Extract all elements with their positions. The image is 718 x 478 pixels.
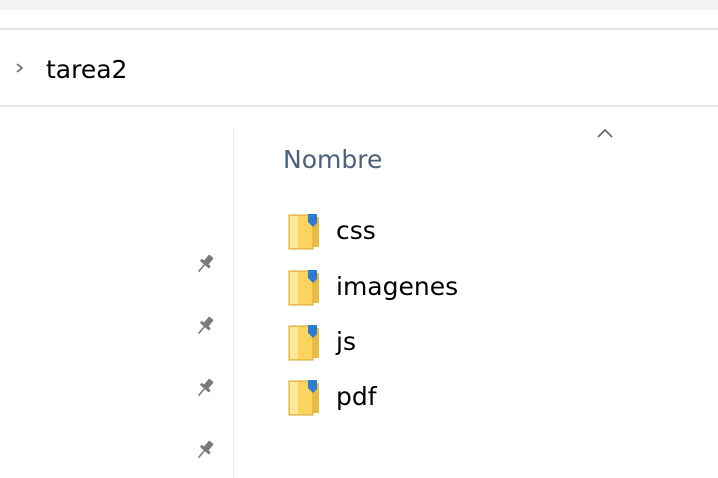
folder-icon bbox=[288, 325, 319, 361]
pin-icon[interactable] bbox=[192, 313, 218, 339]
breadcrumb-item-tarea2[interactable]: tarea2 bbox=[46, 55, 127, 85]
list-item-js[interactable]: js bbox=[286, 321, 546, 367]
folder-icon bbox=[288, 214, 319, 250]
pin-icon[interactable] bbox=[192, 437, 218, 463]
list-item-pdf[interactable]: pdf bbox=[286, 376, 546, 422]
divider-top bbox=[0, 28, 718, 30]
list-item-css[interactable]: css bbox=[286, 210, 546, 256]
file-name: css bbox=[336, 216, 376, 245]
divider-bottom bbox=[0, 105, 718, 107]
file-name: js bbox=[336, 327, 356, 356]
list-item-imagenes[interactable]: imagenes bbox=[286, 266, 546, 312]
chevron-right-icon[interactable] bbox=[14, 61, 26, 75]
pin-icon[interactable] bbox=[192, 375, 218, 401]
folder-icon bbox=[288, 380, 319, 416]
column-header-name[interactable]: Nombre bbox=[283, 145, 382, 175]
file-name: imagenes bbox=[336, 272, 459, 301]
sort-ascending-caret-icon bbox=[597, 128, 613, 138]
pin-icon[interactable] bbox=[192, 251, 218, 277]
file-name: pdf bbox=[336, 382, 377, 411]
nav-pane-divider[interactable] bbox=[233, 128, 234, 478]
folder-icon bbox=[288, 270, 319, 306]
toolbar-edge bbox=[0, 0, 718, 10]
